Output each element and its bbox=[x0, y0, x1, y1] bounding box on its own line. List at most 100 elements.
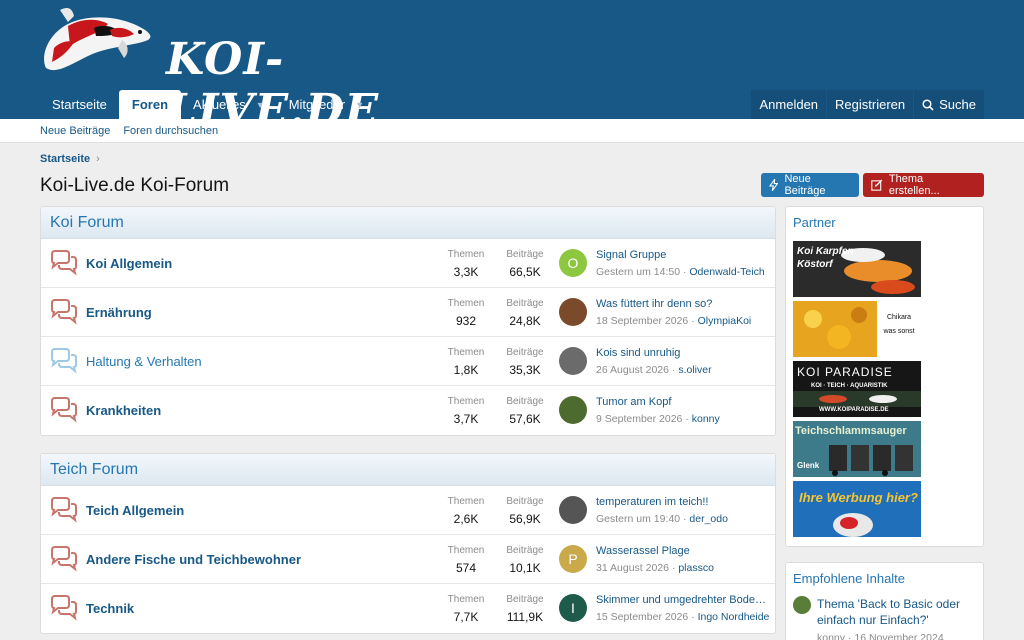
posts-label: Beiträge bbox=[506, 545, 544, 556]
last-post-title[interactable]: Wasserassel Plage bbox=[596, 545, 766, 557]
last-post-title[interactable]: Tumor am Kopf bbox=[596, 396, 766, 408]
featured-thread-title[interactable]: Thema 'Back to Basic oder einfach nur Ei… bbox=[817, 596, 977, 628]
last-post-user[interactable]: Odenwald-Teich bbox=[689, 266, 764, 278]
forum-threads-stat: Themen 3,3K bbox=[436, 249, 496, 279]
forum-row: Krankheiten Themen 3,7K Beiträge 57,6K Tumor … bbox=[41, 386, 775, 435]
nav-item-mitglieder[interactable]: Mitglieder ▼ bbox=[277, 90, 376, 119]
create-thread-button[interactable]: Thema erstellen... bbox=[863, 173, 984, 197]
page-title: Koi-Live.de Koi-Forum bbox=[40, 175, 230, 196]
forum-name-link[interactable]: Koi Allgemein bbox=[86, 256, 172, 271]
last-post-title[interactable]: Was füttert ihr denn so? bbox=[596, 298, 766, 310]
forum-name-link[interactable]: Andere Fische und Teichbewohner bbox=[86, 552, 301, 567]
last-post-title[interactable]: Kois sind unruhig bbox=[596, 347, 766, 359]
partner-banner-koiparadise[interactable]: KOI PARADISE KOI · TEICH · AQUARISTIK WW… bbox=[793, 361, 921, 417]
posts-value: 111,9K bbox=[506, 610, 544, 624]
posts-value: 10,1K bbox=[509, 561, 541, 575]
nav-item-startseite[interactable]: Startseite bbox=[40, 90, 119, 119]
search-button[interactable]: Suche bbox=[914, 90, 984, 119]
threads-value: 1,8K bbox=[453, 363, 479, 377]
forum-threads-stat: Themen 932 bbox=[436, 298, 496, 328]
forum-name-link[interactable]: Krankheiten bbox=[86, 403, 161, 418]
last-post-date[interactable]: Gestern um 14:50 bbox=[596, 266, 680, 278]
last-post-title[interactable]: Skimmer und umgedrehter Boden… bbox=[596, 594, 766, 606]
threads-label: Themen bbox=[447, 594, 485, 605]
forum-name-link[interactable]: Haltung & Verhalten bbox=[86, 354, 202, 369]
threads-value: 932 bbox=[455, 314, 477, 328]
site-logo[interactable]: KOI-LIVE.DE bbox=[38, 6, 378, 136]
last-post-user[interactable]: plassco bbox=[678, 562, 714, 574]
breadcrumb-separator-icon: › bbox=[96, 153, 100, 165]
forum-category: Teich Forum Teich Allgemein Themen 2,6K Beit… bbox=[40, 453, 776, 634]
partner-banner-chikara[interactable]: Chikara was sonst bbox=[793, 301, 921, 357]
last-poster-avatar[interactable] bbox=[559, 298, 587, 326]
last-post-date[interactable]: 18 September 2026 bbox=[596, 315, 688, 327]
chevron-down-icon[interactable]: ▼ bbox=[355, 100, 364, 110]
last-post-date[interactable]: 26 August 2026 bbox=[596, 364, 669, 376]
last-poster-avatar[interactable]: P bbox=[559, 545, 587, 573]
register-button[interactable]: Registrieren bbox=[827, 90, 914, 119]
last-post-date[interactable]: 31 August 2026 bbox=[596, 562, 669, 574]
threads-value: 574 bbox=[455, 561, 477, 575]
last-poster-avatar[interactable] bbox=[559, 347, 587, 375]
forum-read-icon bbox=[51, 348, 77, 374]
banner-2-text: Chikara was sonst bbox=[883, 314, 915, 335]
forum-row: Teich Allgemein Themen 2,6K Beiträge 56,9K te… bbox=[41, 486, 775, 535]
breadcrumb-home[interactable]: Startseite bbox=[40, 153, 90, 165]
new-posts-button-label: Neue Beiträge bbox=[784, 173, 826, 197]
koi-pond-icon bbox=[793, 391, 921, 407]
sub-nav: Neue Beiträge Foren durchsuchen bbox=[0, 119, 1024, 143]
last-post-date[interactable]: Gestern um 19:40 bbox=[596, 513, 680, 525]
nav-item-foren[interactable]: Foren bbox=[118, 90, 182, 119]
partner-banner-werbung[interactable]: Ihre Werbung hier? bbox=[793, 481, 921, 537]
partner-banner-teichschlammsauger[interactable]: Teichschlammsauger Glenk bbox=[793, 421, 921, 477]
partner-banner-koestorf[interactable]: Koi Karpfen Köstorf bbox=[793, 241, 921, 297]
last-post-user[interactable]: konny bbox=[692, 413, 720, 425]
main-nav: Startseite Foren Aktuelles ▼ Mitglieder ▼ bbox=[40, 90, 376, 119]
forum-unread-icon bbox=[51, 250, 77, 276]
last-post: Wasserassel Plage 31 August 2026 · plassc… bbox=[596, 545, 776, 574]
nav-item-aktuelles[interactable]: Aktuelles ▼ bbox=[181, 90, 277, 119]
forum-posts-stat: Beiträge 111,9K bbox=[495, 594, 555, 624]
forum-name-link[interactable]: Teich Allgemein bbox=[86, 503, 184, 518]
last-post-user[interactable]: Ingo Nordheide bbox=[698, 611, 770, 623]
login-button[interactable]: Anmelden bbox=[751, 90, 827, 119]
search-forums-link[interactable]: Foren durchsuchen bbox=[123, 125, 218, 137]
last-post-meta: 18 September 2026 · OlympiaKoi bbox=[596, 315, 752, 327]
last-post-meta: 15 September 2026 · Ingo Nordheide bbox=[596, 611, 770, 623]
forum-unread-icon bbox=[51, 546, 77, 572]
new-posts-link[interactable]: Neue Beiträge bbox=[40, 125, 110, 137]
category-title[interactable]: Teich Forum bbox=[41, 454, 775, 486]
forum-unread-icon bbox=[51, 299, 77, 325]
category-title[interactable]: Koi Forum bbox=[41, 207, 775, 239]
nav-item-label: Aktuelles bbox=[193, 97, 246, 112]
last-post-user[interactable]: OlympiaKoi bbox=[698, 315, 752, 327]
last-post-date[interactable]: 9 September 2026 bbox=[596, 413, 682, 425]
last-poster-avatar[interactable] bbox=[559, 496, 587, 524]
forum-posts-stat: Beiträge 24,8K bbox=[495, 298, 555, 328]
threads-label: Themen bbox=[447, 249, 485, 260]
pump-device-icon bbox=[829, 445, 913, 476]
last-post: Tumor am Kopf 9 September 2026 · konny bbox=[596, 396, 776, 425]
nav-item-label: Mitglieder bbox=[288, 97, 346, 112]
forum-threads-stat: Themen 3,7K bbox=[436, 396, 496, 426]
banner-3-text: KOI PARADISE bbox=[797, 365, 893, 379]
posts-value: 24,8K bbox=[509, 314, 541, 328]
last-post-date[interactable]: 15 September 2026 bbox=[596, 611, 688, 623]
forum-threads-stat: Themen 7,7K bbox=[436, 594, 496, 624]
last-post-title[interactable]: Signal Gruppe bbox=[596, 249, 766, 261]
last-poster-avatar[interactable]: I bbox=[559, 594, 587, 622]
last-poster-avatar[interactable] bbox=[559, 396, 587, 424]
forum-name-link[interactable]: Technik bbox=[86, 601, 134, 616]
last-post-user[interactable]: s.oliver bbox=[678, 364, 711, 376]
forum-name-link[interactable]: Ernährung bbox=[86, 305, 152, 320]
featured-title: Empfohlene Inhalte bbox=[793, 571, 906, 586]
posts-label: Beiträge bbox=[506, 396, 544, 407]
chevron-down-icon[interactable]: ▼ bbox=[256, 100, 265, 110]
nav-item-label: Foren bbox=[131, 97, 169, 112]
last-post-title[interactable]: temperaturen im teich!! bbox=[596, 496, 766, 508]
posts-value: 35,3K bbox=[509, 363, 541, 377]
last-post-user[interactable]: der_odo bbox=[689, 513, 728, 525]
threads-value: 3,3K bbox=[453, 265, 479, 279]
new-posts-button[interactable]: Neue Beiträge bbox=[761, 173, 859, 197]
last-poster-avatar[interactable]: O bbox=[559, 249, 587, 277]
